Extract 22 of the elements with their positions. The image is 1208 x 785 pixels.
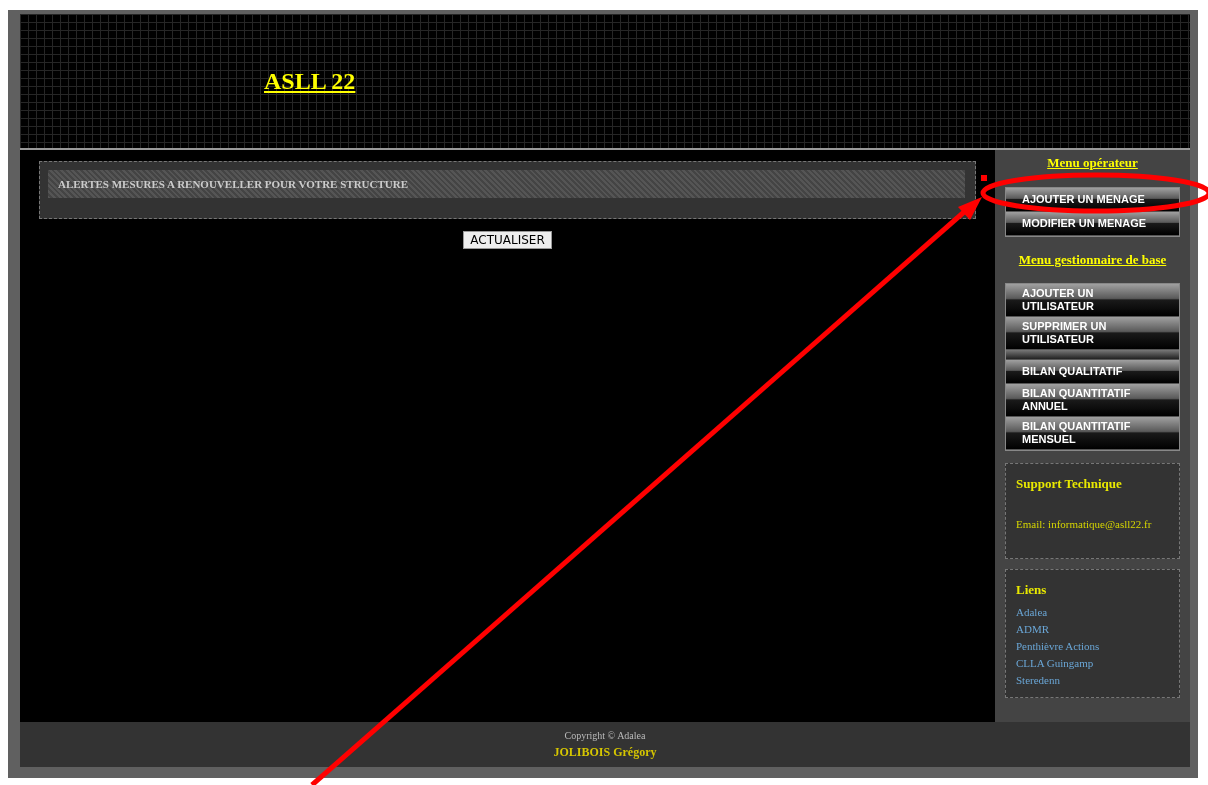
site-title[interactable]: ASLL 22 [264,63,356,99]
alerts-title: ALERTES MESURES A RENOUVELLER POUR VOTRE STRUCTURE [58,176,409,192]
menu-button[interactable]: SUPPRIMER UN UTILISATEUR [1006,317,1179,350]
links-title: Liens [1016,581,1048,599]
menu-button[interactable]: MODIFIER UN MENAGE [1006,211,1179,236]
menu-button[interactable]: BILAN QUANTITATIF MENSUEL [1006,417,1179,450]
menu-heading[interactable]: Menu opérateur [1005,153,1180,173]
menu-button[interactable]: BILAN QUANTITATIF ANNUEL [1006,384,1179,417]
sidebar-link[interactable]: ADMR [1016,620,1169,638]
annotation-mark [981,175,987,181]
support-email: Email: informatique@asll22.fr [1016,516,1153,532]
support-title: Support Technique [1016,475,1123,493]
sidebar-link[interactable]: Steredenn [1016,671,1169,689]
sidebar-link[interactable]: Penthièvre Actions [1016,637,1169,655]
menu-button[interactable]: AJOUTER UN UTILISATEUR [1006,284,1179,317]
sidebar-link[interactable]: Adalea [1016,603,1169,621]
menu-button[interactable]: BILAN QUALITATIF [1006,360,1179,384]
author-name: JOLIBOIS Grégory [553,744,657,761]
refresh-button[interactable]: ACTUALISER [463,231,552,249]
menu-heading[interactable]: Menu gestionnaire de base [1005,249,1180,269]
copyright-text: Copyright © Adalea [564,729,646,743]
sidebar-link[interactable]: CLLA Guingamp [1016,654,1169,672]
